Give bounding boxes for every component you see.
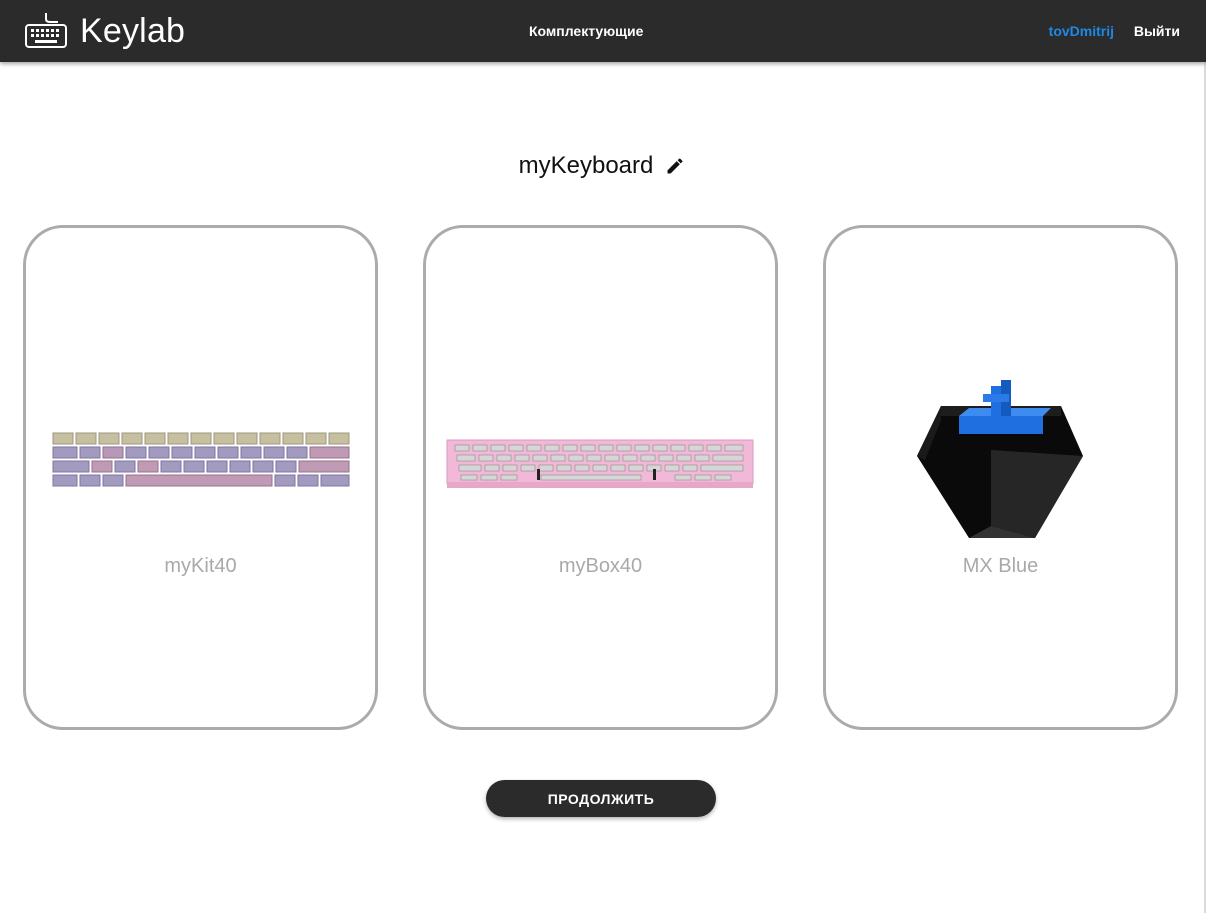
- logout-link[interactable]: Выйти: [1134, 0, 1180, 62]
- card-label-kit: myKit40: [164, 555, 237, 577]
- nav-link-components[interactable]: Комплектующие: [529, 0, 643, 62]
- build-title-row: myKeyboard: [0, 146, 1206, 186]
- continue-button[interactable]: ПРОДОЛЖИТЬ: [486, 780, 716, 817]
- keyboard-icon: [24, 13, 68, 49]
- component-card-box[interactable]: myBox40: [423, 225, 778, 730]
- build-name-title: myKeyboard: [518, 152, 654, 179]
- card-label-box: myBox40: [558, 555, 643, 577]
- pencil-icon[interactable]: [665, 155, 687, 177]
- component-card-kit[interactable]: myKit40: [23, 225, 378, 730]
- username-link[interactable]: tovDmitrij: [1049, 0, 1114, 62]
- card-label-switch: MX Blue: [962, 555, 1039, 577]
- component-card-switch[interactable]: MX Blue: [823, 225, 1178, 730]
- top-navbar: Keylab Комплектующие tovDmitrij Выйти: [0, 0, 1206, 62]
- brand-logo-link[interactable]: Keylab: [24, 0, 185, 62]
- keyboard-box-image: [426, 436, 775, 492]
- brand-name: Keylab: [80, 11, 186, 50]
- keycap-set-image: [26, 431, 375, 489]
- switch-image: [826, 376, 1175, 546]
